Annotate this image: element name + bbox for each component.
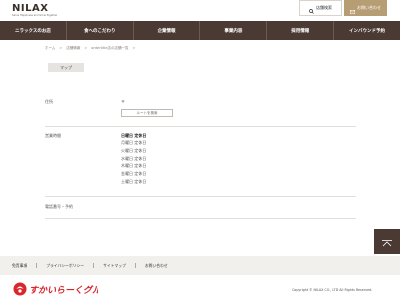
- store-search-label: 店舗検索: [316, 5, 332, 10]
- postal-mark: 〒: [121, 99, 125, 104]
- breadcrumb-separator: >: [59, 46, 63, 50]
- site-header: NILAX Serve Happiness and Grow Together …: [0, 0, 400, 21]
- contact-label: お問い合わせ: [357, 5, 381, 10]
- footer-links: 免責事項 プライバシーポリシー サイトマップ お問い合わせ: [0, 256, 400, 275]
- hours-tuesday: 火曜日 定休日: [121, 147, 147, 153]
- hours-thursday: 木曜日 定休日: [121, 163, 147, 169]
- global-nav: ニラックスのお店 食へのこだわり 企業情報 事業内容 採用情報 インバウンド予約: [0, 21, 400, 40]
- breadcrumb-store-info[interactable]: 店舗情報: [66, 46, 80, 51]
- hours-friday: 金曜日 定休日: [121, 171, 147, 177]
- skylark-logo-mark: すかいらーくグループ: [13, 282, 120, 296]
- divider: [45, 218, 356, 219]
- nilax-logo[interactable]: NILAX Serve Happiness and Grow Together: [12, 3, 57, 18]
- contact-button[interactable]: お問い合わせ: [344, 0, 387, 16]
- hours-label: 営業時間: [45, 133, 61, 138]
- map-tab[interactable]: マップ: [48, 63, 84, 72]
- search-icon: [309, 0, 314, 18]
- footer-link-sitemap[interactable]: サイトマップ: [103, 263, 126, 269]
- hours-monday: 月曜日 定休日: [121, 140, 147, 145]
- hours-saturday: 土曜日 定休日: [121, 178, 147, 184]
- address-label: 住所: [45, 99, 53, 104]
- back-to-top-button[interactable]: [374, 229, 400, 254]
- route-search-button[interactable]: ルートを検索: [121, 109, 173, 117]
- breadcrumb-separator: >: [132, 46, 136, 50]
- breadcrumb-store-list[interactable]: ordertitle店の店舗一覧: [91, 46, 128, 51]
- hours-wednesday: 水曜日 定休日: [121, 155, 147, 161]
- breadcrumb-home[interactable]: ホーム: [45, 46, 55, 51]
- logo-tagline: Serve Happiness and Grow Together: [12, 14, 58, 17]
- phone-label: 電話番号・予約: [45, 204, 73, 209]
- copyright-text: Copyright © NILAX CO., LTD All Rights Re…: [292, 288, 373, 292]
- link-divider: [93, 263, 95, 268]
- footer-link-contact[interactable]: お問い合わせ: [145, 263, 168, 269]
- brand-text: すかいらーくグループ: [29, 285, 98, 296]
- link-divider: [36, 263, 38, 268]
- divider: [45, 196, 356, 197]
- store-search-button[interactable]: 店舗検索: [299, 0, 342, 16]
- nav-item-company[interactable]: 企業情報: [134, 21, 201, 40]
- breadcrumb-separator: >: [84, 46, 88, 50]
- breadcrumb: ホーム > 店舗情報 > ordertitle店の店舗一覧 >: [45, 45, 135, 51]
- hours-list: 日曜日 定休日 月曜日 定休日 火曜日 定休日 水曜日 定休日 木曜日 定休日 …: [121, 133, 146, 186]
- nav-item-stores[interactable]: ニラックスのお店: [0, 21, 67, 40]
- mail-icon: [350, 0, 355, 18]
- chevron-up-icon: [381, 232, 393, 251]
- footer-link-privacy[interactable]: プライバシーポリシー: [46, 263, 84, 269]
- nav-item-recruit[interactable]: 採用情報: [267, 21, 335, 40]
- nav-item-inbound[interactable]: インバウンド予約: [334, 21, 400, 40]
- logo-text: NILAX: [12, 3, 49, 14]
- footer-link-disclaimer[interactable]: 免責事項: [12, 263, 27, 269]
- divider: [45, 126, 356, 127]
- nav-item-business[interactable]: 事業内容: [200, 21, 268, 40]
- link-divider: [134, 263, 136, 268]
- nav-item-food[interactable]: 食へのこだわり: [67, 21, 134, 40]
- skylark-group-logo[interactable]: すかいらーくグループ: [13, 280, 120, 297]
